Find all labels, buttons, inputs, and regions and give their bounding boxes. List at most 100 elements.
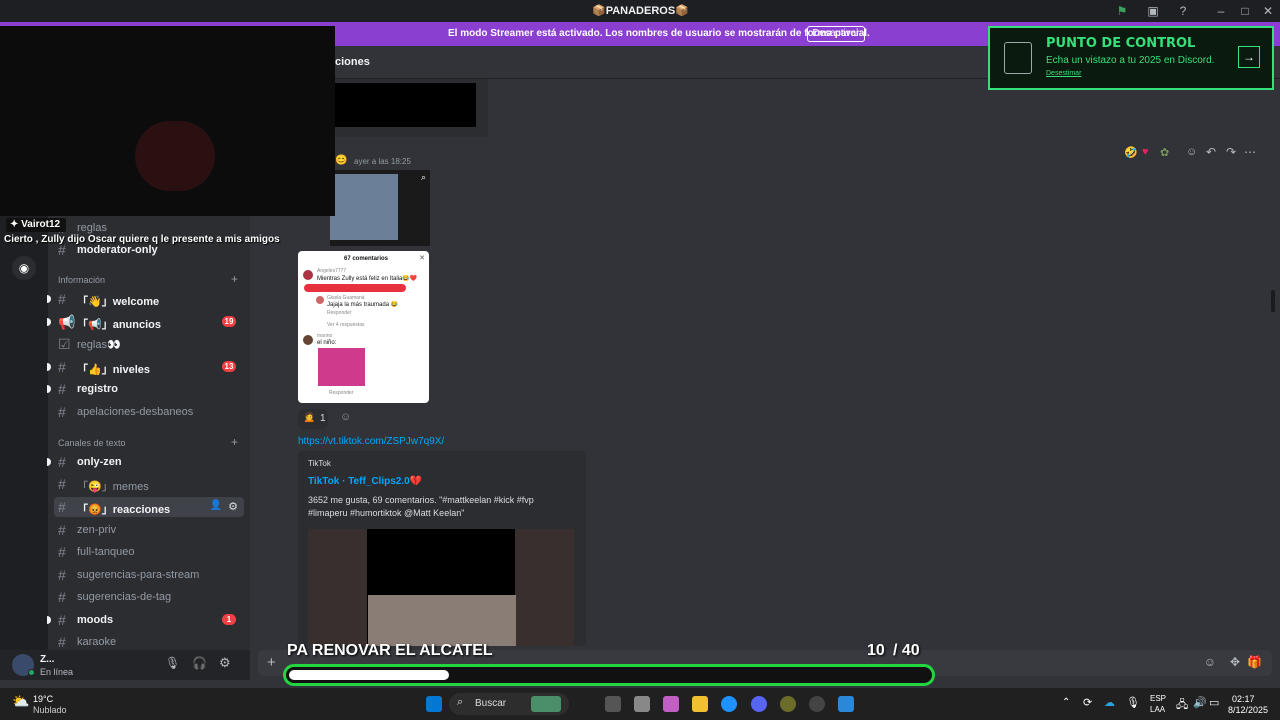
- message-timestamp: ayer a las 18:25: [354, 157, 411, 166]
- comment-text: el niño:: [317, 340, 337, 346]
- clock-time[interactable]: 02:17: [1232, 694, 1255, 704]
- edge-icon[interactable]: [721, 696, 737, 712]
- embed-title[interactable]: TikTok · Teff_Clips2.0💔: [308, 476, 422, 487]
- dismiss-link[interactable]: Desestimar: [1046, 70, 1081, 77]
- attachment-image-1[interactable]: ⌕: [330, 170, 430, 246]
- unread-indicator: [47, 616, 51, 624]
- channel-registro[interactable]: # registro: [47, 379, 248, 399]
- apps-icon[interactable]: ✥: [1230, 655, 1240, 669]
- minimize-icon[interactable]: –: [1213, 3, 1229, 19]
- embed-video[interactable]: [308, 529, 574, 646]
- microphone-icon[interactable]: 🎙: [165, 656, 180, 670]
- headphones-icon[interactable]: 🎧: [192, 656, 207, 670]
- channel-memes[interactable]: # 「😜」memes: [48, 474, 248, 494]
- hash-icon: #: [58, 612, 66, 628]
- redaction-scribble: [304, 284, 406, 292]
- deactivate-button[interactable]: Desactivar: [807, 26, 865, 42]
- search-label: Buscar: [475, 698, 507, 709]
- reply-label: Responder: [327, 310, 352, 316]
- category-informacion[interactable]: Información: [58, 275, 105, 285]
- hash-icon: #: [58, 359, 66, 375]
- app-icon[interactable]: [838, 696, 854, 712]
- onedrive-icon[interactable]: ☁: [1104, 696, 1115, 709]
- channel-karaoke[interactable]: # karaoke: [48, 632, 248, 650]
- file-explorer-icon[interactable]: [692, 696, 708, 712]
- battery-icon[interactable]: ▭: [1209, 696, 1219, 709]
- hash-icon: #: [58, 522, 66, 538]
- gear-icon[interactable]: ⚙: [228, 500, 238, 513]
- tiktok-link[interactable]: https://vt.tiktok.com/ZSPJw7q9X/: [298, 436, 444, 447]
- gift-icon[interactable]: 🎁: [1247, 655, 1262, 669]
- custom-reaction-icon[interactable]: ✿: [1160, 146, 1169, 159]
- chat-scrollbar[interactable]: [1271, 290, 1275, 312]
- category-canales-de-texto[interactable]: Canales de texto: [58, 438, 126, 448]
- channel-welcome[interactable]: # 「👋」welcome: [47, 289, 248, 309]
- forward-icon[interactable]: ↷: [1226, 145, 1236, 159]
- channel-moods[interactable]: # moods 1: [47, 610, 248, 630]
- username: Z...: [40, 654, 55, 665]
- goal-current: 10: [867, 642, 885, 659]
- avatar: [316, 296, 324, 304]
- checkpoint-overlay[interactable]: PUNTO DE CONTROL Echa un vistazo a tu 20…: [988, 26, 1274, 90]
- add-reaction-icon[interactable]: ☺: [1186, 146, 1197, 158]
- channel-sugerencias-de-tag[interactable]: # sugerencias-de-tag: [48, 587, 248, 607]
- checkpoint-title: PUNTO DE CONTROL: [1046, 36, 1196, 51]
- channel-sugerencias-para-stream[interactable]: # sugerencias-para-stream: [48, 565, 248, 585]
- invite-icon[interactable]: 👤: [210, 500, 222, 511]
- comment-user: Angeles7777: [317, 268, 347, 274]
- channel-full-tanqueo[interactable]: # full-tanqueo: [48, 542, 248, 562]
- channel-reacciones[interactable]: # 「😡」reacciones 👤 ⚙: [54, 497, 244, 517]
- help-icon[interactable]: ?: [1175, 3, 1191, 19]
- attachment-image-2[interactable]: 67 comentarios ✕ Angeles7777 Mientras Zu…: [298, 251, 429, 403]
- more-icon[interactable]: ⋯: [1244, 145, 1256, 159]
- emoji-icon: 😊: [335, 155, 348, 166]
- store-icon[interactable]: [634, 696, 650, 712]
- sync-icon[interactable]: ⟳: [1083, 696, 1092, 709]
- custom-emoji-icon: 🙍: [303, 412, 316, 423]
- windows-start-icon[interactable]: [426, 696, 442, 712]
- language-code[interactable]: ESP: [1150, 694, 1166, 703]
- chevron-up-icon[interactable]: ⌃: [1062, 697, 1070, 708]
- microphone-icon[interactable]: 🎙: [1126, 696, 1140, 709]
- embed-description: #limaperu #humortiktok @Matt Keelan": [308, 508, 465, 518]
- video-content: [368, 595, 516, 646]
- task-view-icon[interactable]: [605, 696, 621, 712]
- mention-badge: 19: [222, 316, 236, 327]
- zoom-icon[interactable]: ⌕: [421, 172, 426, 183]
- channel-anuncios[interactable]: 📢 「📢」anuncios 19: [47, 312, 248, 332]
- goal-progress-bar: [283, 664, 935, 686]
- arrow-right-icon[interactable]: →: [1238, 46, 1260, 68]
- network-icon[interactable]: 🖧: [1176, 696, 1188, 715]
- language-layout[interactable]: LAA: [1150, 705, 1165, 714]
- reaction-pill[interactable]: 🙍 1: [298, 409, 328, 429]
- emoji-picker-icon[interactable]: ☺: [1204, 655, 1216, 669]
- weather-icon: ⛅: [12, 693, 30, 709]
- channel-zen-priv[interactable]: # zen-priv: [48, 520, 248, 540]
- app-icon[interactable]: [780, 696, 796, 712]
- view-replies: Ver 4 respuestas: [327, 322, 365, 328]
- reply-icon[interactable]: ↶: [1206, 145, 1216, 159]
- channel-apelaciones[interactable]: # apelaciones-desbaneos: [48, 402, 248, 422]
- gear-icon[interactable]: ⚙: [219, 655, 231, 671]
- heart-reaction-icon[interactable]: ♥: [1142, 146, 1149, 158]
- add-channel-icon[interactable]: +: [231, 435, 238, 449]
- volume-icon[interactable]: 🔊: [1193, 696, 1207, 709]
- taskbar-search[interactable]: ⌕ Buscar: [449, 693, 569, 715]
- discover-icon[interactable]: ◉: [12, 256, 36, 280]
- close-icon[interactable]: ✕: [1260, 3, 1276, 19]
- channel-niveles[interactable]: # 「👍」niveles 13: [47, 357, 248, 377]
- obs-icon[interactable]: [809, 696, 825, 712]
- inbox-icon[interactable]: ▣: [1145, 3, 1161, 19]
- channel-only-zen[interactable]: # only-zen: [47, 452, 248, 472]
- flag-icon[interactable]: ⚑: [1114, 3, 1130, 19]
- clock-date[interactable]: 8/12/2025: [1228, 705, 1268, 715]
- copilot-icon[interactable]: [663, 696, 679, 712]
- maximize-icon[interactable]: □: [1237, 3, 1253, 19]
- laugh-reaction-icon[interactable]: 🤣: [1124, 146, 1138, 159]
- add-reaction-icon[interactable]: ☺: [340, 411, 351, 423]
- comment-user: marino: [317, 333, 333, 339]
- discord-icon[interactable]: [751, 696, 767, 712]
- add-attachment-icon[interactable]: +: [267, 654, 276, 671]
- channel-reglas[interactable]: ☑ reglas👀: [48, 334, 248, 354]
- add-channel-icon[interactable]: +: [231, 272, 238, 286]
